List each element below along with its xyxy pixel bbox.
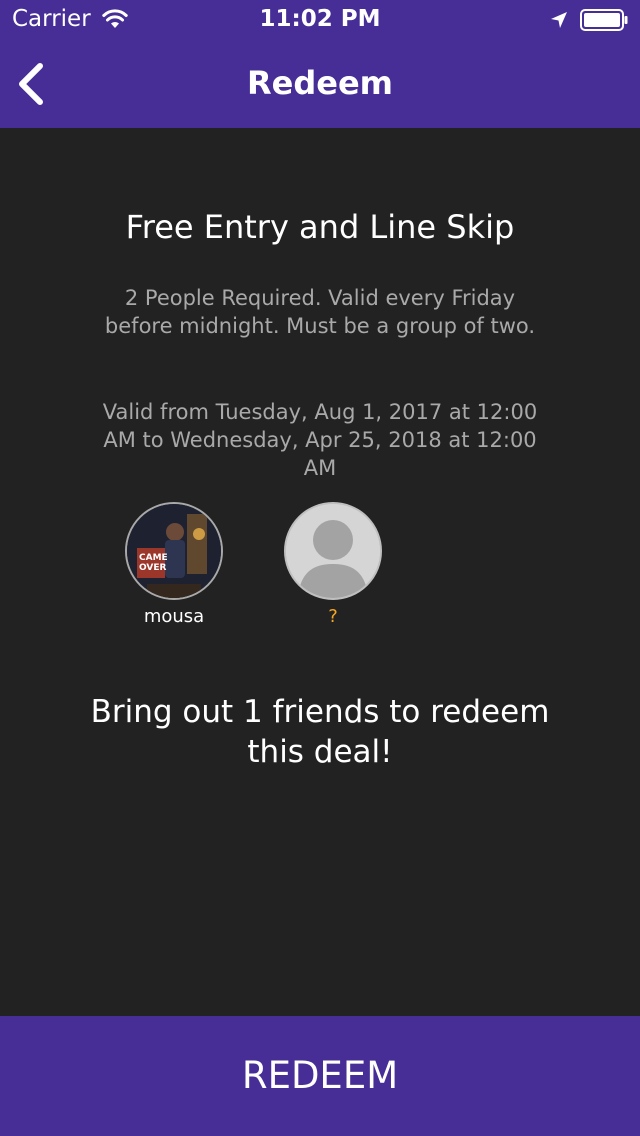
svg-text:OVER: OVER (139, 563, 167, 573)
member-name: mousa (143, 606, 205, 627)
avatar: CAME OVER (125, 502, 223, 600)
nav-bar: Redeem (0, 40, 640, 128)
status-time: 11:02 PM (259, 6, 381, 32)
deal-title: Free Entry and Line Skip (125, 208, 515, 246)
redeem-requirement-message: Bring out 1 friends to redeem this deal! (90, 694, 550, 770)
person-silhouette-icon (286, 504, 380, 598)
avatar-placeholder (284, 502, 382, 600)
redeem-screen: Carrier 11:02 PM Redeem Free Entry and L… (0, 0, 640, 1136)
top-bar: Carrier 11:02 PM Redeem (0, 0, 640, 128)
member-name-pending: ? (328, 606, 338, 627)
battery-icon (580, 9, 628, 31)
deal-content: Free Entry and Line Skip 2 People Requir… (0, 128, 640, 1016)
user-photo-icon: CAME OVER (127, 504, 221, 598)
location-arrow-icon (551, 12, 567, 28)
page-title: Redeem (247, 64, 393, 102)
redeem-button[interactable]: REDEEM (0, 1016, 640, 1136)
svg-text:CAME: CAME (139, 553, 168, 563)
deal-description: 2 People Required. Valid every Friday be… (104, 286, 536, 338)
group-member-joined[interactable]: CAME OVER mousa (109, 502, 239, 627)
deal-validity: Valid from Tuesday, Aug 1, 2017 at 12:00… (102, 400, 538, 480)
group-member-pending[interactable]: ? (268, 502, 398, 627)
status-bar: Carrier 11:02 PM (0, 0, 640, 40)
